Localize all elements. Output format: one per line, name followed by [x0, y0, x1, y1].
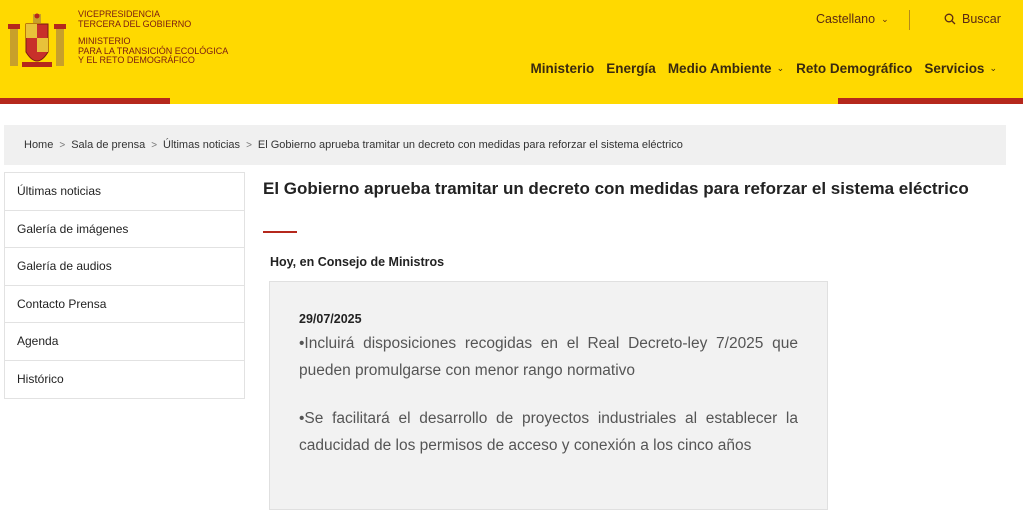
site-header: VICEPRESIDENCIA TERCERA DEL GOBIERNO MIN… [0, 0, 1023, 104]
breadcrumb-current: El Gobierno aprueba tramitar un decreto … [257, 139, 683, 151]
chevron-down-icon: ⌄ [776, 63, 785, 73]
summary-bullet: •Se facilitará el desarrollo de proyecto… [299, 410, 798, 454]
search-icon [944, 13, 956, 25]
article-subtitle: Hoy, en Consejo de Ministros [270, 255, 445, 269]
sidebar-item-agenda[interactable]: Agenda [5, 323, 244, 361]
nav-reto-demografico[interactable]: Reto Demográfico [796, 61, 912, 76]
header-divider [909, 10, 910, 30]
sidebar-item-ultimas-noticias[interactable]: Últimas noticias [5, 173, 244, 211]
coat-of-arms-logo[interactable] [8, 12, 66, 74]
chevron-right-icon: > [151, 139, 158, 151]
nav-energia[interactable]: Energía [606, 61, 656, 76]
breadcrumb-home[interactable]: Home [24, 139, 53, 151]
chevron-down-icon: ⌄ [881, 13, 889, 24]
page-title: El Gobierno aprueba tramitar un decreto … [263, 179, 969, 198]
header-accent-left [0, 98, 170, 104]
language-selector[interactable]: Castellano ⌄ [816, 12, 889, 26]
chevron-right-icon: > [246, 139, 252, 151]
article-summary-box: 29/07/2025 •Incluirá disposiciones recog… [269, 281, 828, 510]
title-underline [263, 231, 297, 233]
nav-ministerio[interactable]: Ministerio [531, 61, 595, 76]
chevron-right-icon: > [59, 139, 66, 151]
sidebar: Últimas noticias Galería de imágenes Gal… [4, 172, 245, 399]
sidebar-item-galeria-imagenes[interactable]: Galería de imágenes [5, 211, 244, 248]
ministry-name[interactable]: VICEPRESIDENCIA TERCERA DEL GOBIERNO MIN… [78, 9, 228, 66]
header-accent-right [838, 98, 1023, 104]
nav-medio-ambiente[interactable]: Medio Ambiente ⌄ [668, 61, 784, 76]
sidebar-item-galeria-audios[interactable]: Galería de audios [5, 248, 244, 286]
main-nav: Ministerio Energía Medio Ambiente ⌄ Reto … [531, 61, 997, 76]
summary-bullet: •Incluirá disposiciones recogidas en el … [299, 335, 798, 379]
sidebar-item-contacto-prensa[interactable]: Contacto Prensa [5, 286, 244, 323]
breadcrumb-sala-de-prensa[interactable]: Sala de prensa [71, 139, 145, 151]
search-button[interactable]: Buscar [944, 12, 1001, 26]
breadcrumb-ultimas-noticias[interactable]: Últimas noticias [163, 139, 240, 151]
article-date: 29/07/2025 [299, 312, 362, 326]
nav-servicios[interactable]: Servicios ⌄ [924, 61, 997, 76]
breadcrumb: Home > Sala de prensa > Últimas noticias… [4, 125, 1006, 165]
chevron-down-icon: ⌄ [989, 63, 997, 73]
sidebar-item-historico[interactable]: Histórico [5, 361, 244, 399]
